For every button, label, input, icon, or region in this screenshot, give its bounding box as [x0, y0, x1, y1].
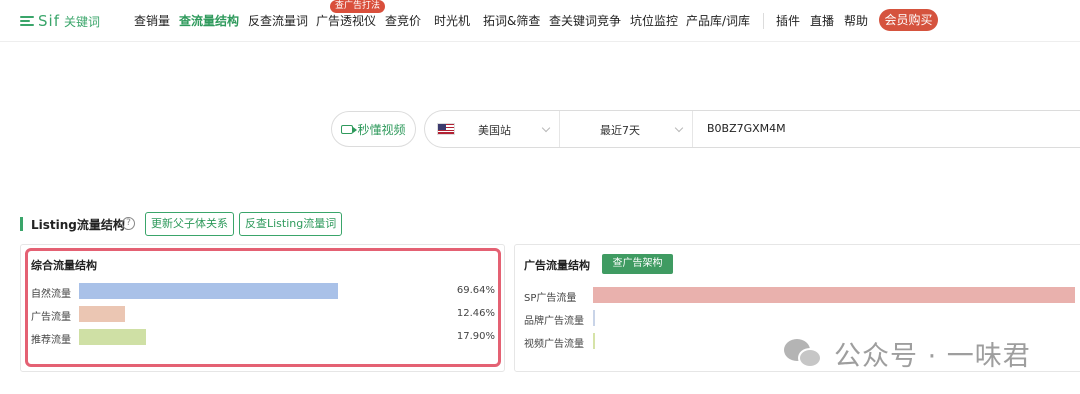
nav-item-bids[interactable]: 查竞价 — [385, 12, 421, 29]
nav-item-traffic-structure[interactable]: 查流量结构 — [179, 12, 239, 29]
nav-item-product-library[interactable]: 产品库/词库 — [686, 12, 750, 29]
date-range-value: 最近7天 — [600, 124, 640, 137]
nav-badge-ad-strategy[interactable]: 查广告打法 — [330, 0, 386, 13]
logo-subtitle: 关键词 — [63, 14, 100, 29]
section-accent-bar — [20, 217, 23, 231]
logo[interactable]: Sif 关键词 — [20, 12, 100, 30]
highlight-box — [25, 248, 501, 367]
ad-bar-brand — [593, 310, 595, 326]
ad-row-label: SP广告流量 — [524, 293, 577, 304]
section-title: Listing流量结构 — [31, 218, 125, 232]
reverse-listing-keywords-button[interactable]: 反查Listing流量词 — [239, 212, 343, 236]
us-flag-icon — [437, 123, 455, 135]
watermark-text: 公众号 · 一味君 — [834, 341, 1031, 372]
date-range-select[interactable]: 最近7天 — [560, 111, 692, 147]
search-bar: 美国站 最近7天 B0BZ7GXM4M — [424, 110, 1080, 148]
video-tutorial-button[interactable]: 秒懂视频 — [331, 111, 416, 147]
nav-divider — [763, 13, 764, 29]
vip-purchase-button[interactable]: 会员购买 — [879, 9, 938, 31]
nav-item-keyword-competition[interactable]: 查关键词竞争 — [549, 12, 621, 29]
chevron-down-icon — [674, 123, 684, 133]
ad-bar-sp — [593, 287, 1075, 303]
ad-bar-video — [593, 333, 595, 349]
ad-row-label: 视频广告流量 — [524, 339, 584, 350]
ad-architecture-button[interactable]: 查广告架构 — [602, 254, 673, 274]
ad-row-label: 品牌广告流量 — [524, 316, 584, 327]
nav-item-reverse-keywords[interactable]: 反查流量词 — [248, 12, 308, 29]
nav-item-plugin[interactable]: 插件 — [776, 12, 800, 29]
nav-item-sales[interactable]: 查销量 — [134, 12, 170, 29]
help-icon[interactable]: ? — [122, 217, 135, 230]
top-nav: Sif 关键词 查销量 查流量结构 反查流量词 广告透视仪 查广告打法 查竞价 … — [0, 0, 1080, 42]
chevron-down-icon — [541, 123, 551, 133]
site-select[interactable]: 美国站 — [425, 111, 559, 147]
nav-item-slot-monitor[interactable]: 坑位监控 — [630, 12, 678, 29]
nav-item-expand-words[interactable]: 拓词&筛查 — [483, 12, 540, 29]
nav-item-live[interactable]: 直播 — [810, 12, 834, 29]
nav-item-ad-insight[interactable]: 广告透视仪 — [316, 12, 376, 29]
logo-text: Sif — [38, 12, 60, 30]
nav-item-help[interactable]: 帮助 — [844, 12, 868, 29]
site-select-value: 美国站 — [478, 124, 511, 137]
video-camera-icon — [341, 124, 358, 134]
ad-traffic-title: 广告流量结构 — [524, 259, 590, 272]
watermark: 公众号 · 一味君 — [784, 334, 1031, 373]
nav-item-time-machine[interactable]: 时光机 — [434, 12, 470, 29]
logo-menu-icon — [20, 14, 34, 28]
update-parent-child-button[interactable]: 更新父子体关系 — [145, 212, 234, 236]
divider — [692, 111, 693, 147]
asin-input[interactable]: B0BZ7GXM4M — [707, 122, 786, 135]
wechat-icon — [784, 338, 824, 369]
video-tutorial-label: 秒懂视频 — [357, 122, 406, 137]
